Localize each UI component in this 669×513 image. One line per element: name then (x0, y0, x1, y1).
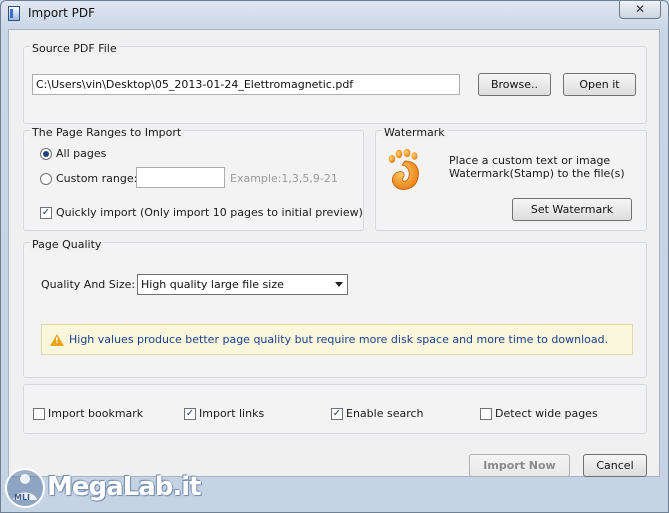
import-now-button[interactable]: Import Now (469, 454, 570, 477)
source-pdf-group-label: Source PDF File (30, 42, 119, 55)
open-it-button[interactable]: Open it (563, 73, 636, 96)
watermark-description-line2: Watermark(Stamp) to the file(s) (449, 167, 625, 180)
browse-button[interactable]: Browse.. (478, 73, 551, 96)
quality-size-select[interactable]: High quality large file size (137, 274, 348, 295)
detect-wide-pages-checkbox[interactable] (480, 408, 492, 420)
watermark-description-line1: Place a custom text or image (449, 154, 611, 167)
quality-warning-box: ! High values produce better page qualit… (41, 324, 633, 355)
page-quality-group: Page Quality Quality And Size: High qual… (23, 238, 647, 378)
page-ranges-group-label: The Page Ranges to Import (30, 126, 184, 139)
close-button[interactable]: ✕ (619, 1, 661, 19)
watermark-group: Watermark Place a custom text or image W… (375, 126, 647, 231)
megalab-logo-text: MegaLab.it (47, 472, 202, 502)
all-pages-label[interactable]: All pages (56, 147, 106, 160)
watermark-group-label: Watermark (382, 126, 447, 139)
custom-range-radio[interactable] (40, 173, 52, 185)
quality-warning-text: High values produce better page quality … (69, 333, 609, 346)
megalab-badge-text: MLI (14, 493, 31, 502)
all-pages-radio[interactable] (40, 148, 52, 160)
page-quality-group-label: Page Quality (30, 238, 104, 251)
custom-range-input[interactable] (136, 167, 225, 188)
custom-range-label[interactable]: Custom range: (56, 172, 137, 185)
import-bookmark-checkbox[interactable] (33, 408, 45, 420)
enable-search-checkbox[interactable]: ✓ (331, 408, 343, 420)
quality-size-label: Quality And Size: (41, 278, 136, 291)
pdf-path-input[interactable]: C:\Users\vin\Desktop\05_2013-01-24_Elett… (32, 74, 460, 95)
pdf-app-icon (8, 6, 20, 21)
chevron-down-icon (335, 282, 343, 287)
set-watermark-button[interactable]: Set Watermark (512, 198, 632, 221)
quick-import-label[interactable]: Quickly import (Only import 10 pages to … (56, 206, 363, 219)
detect-wide-pages-label[interactable]: Detect wide pages (495, 407, 598, 420)
source-pdf-group: Source PDF File C:\Users\vin\Desktop\05_… (23, 42, 647, 124)
warning-icon: ! (50, 334, 64, 346)
import-links-label[interactable]: Import links (199, 407, 264, 420)
window-title: Import PDF (28, 6, 96, 20)
import-pdf-window: Import PDF ✕ Source PDF File C:\Users\vi… (0, 0, 669, 513)
import-links-checkbox[interactable]: ✓ (184, 408, 196, 420)
custom-range-example: Example:1,3,5,9-21 (230, 172, 338, 185)
quality-selected-value: High quality large file size (141, 278, 284, 291)
enable-search-label[interactable]: Enable search (346, 407, 424, 420)
title-bar: Import PDF ✕ (1, 1, 668, 27)
dialog-body: Source PDF File C:\Users\vin\Desktop\05_… (8, 29, 660, 477)
import-options-group: Import bookmark ✓ Import links ✓ Enable … (23, 384, 647, 434)
foot-icon (388, 149, 419, 190)
megalab-logo-overlay: MLI MegaLab.it (3, 464, 202, 512)
page-ranges-group: The Page Ranges to Import All pages Cust… (23, 126, 364, 231)
import-bookmark-label[interactable]: Import bookmark (48, 407, 143, 420)
megalab-badge-icon (5, 468, 45, 508)
quick-import-checkbox[interactable]: ✓ (40, 207, 52, 219)
cancel-button[interactable]: Cancel (583, 454, 647, 477)
